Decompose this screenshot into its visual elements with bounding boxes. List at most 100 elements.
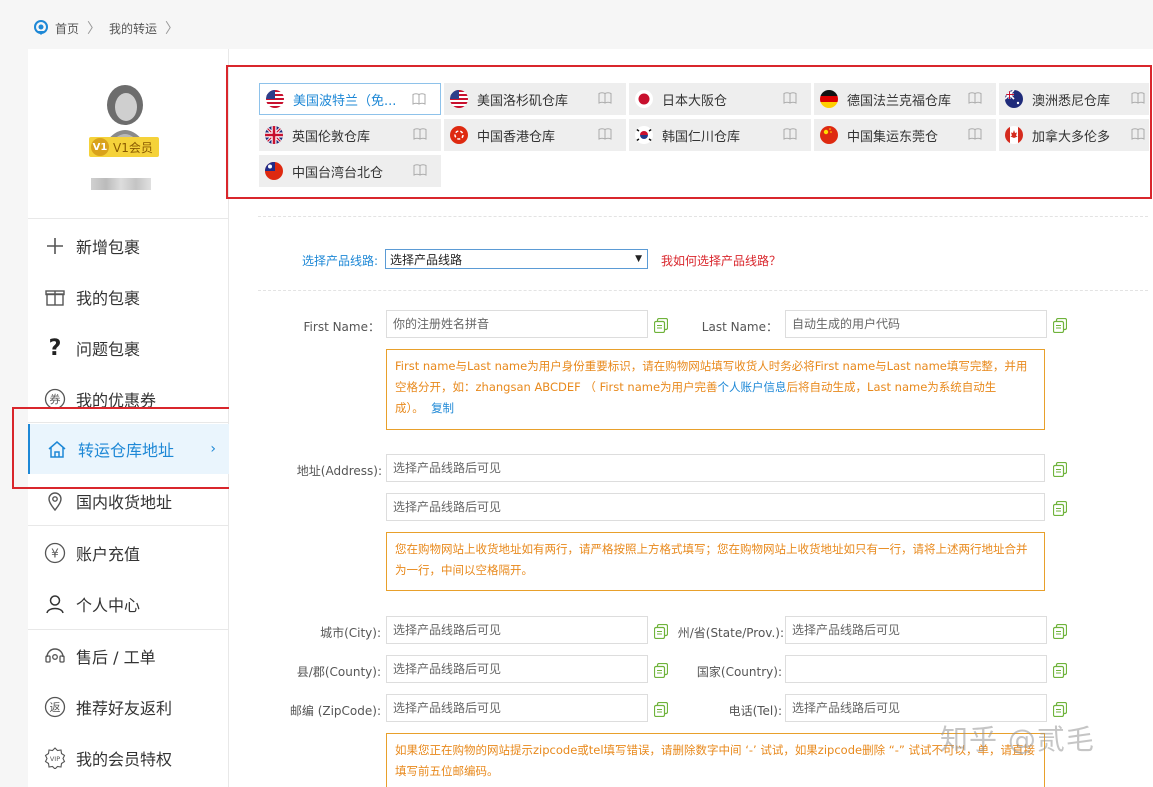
cn-flag-icon xyxy=(820,126,838,144)
user-profile: V1 V1会员 xyxy=(28,49,228,219)
watermark: 知乎 @贰毛 xyxy=(940,723,1095,756)
state-field[interactable] xyxy=(785,616,1047,644)
address-line1-field[interactable] xyxy=(386,454,1045,482)
avatar[interactable] xyxy=(93,79,157,143)
tab-warehouse-dongguan[interactable]: 中国集运东莞仓 xyxy=(814,119,996,151)
ca-flag-icon xyxy=(1005,126,1023,144)
gb-flag-icon xyxy=(265,126,283,144)
tab-warehouse-taipei[interactable]: 中国台湾台北仓 xyxy=(259,155,441,187)
tel-label: 电话(Tel): xyxy=(728,704,782,718)
rebate-icon: 返 xyxy=(44,696,66,718)
book-icon[interactable] xyxy=(598,92,612,104)
copy-icon[interactable] xyxy=(654,318,668,333)
sidebar-item-label: 我的会员特权 xyxy=(76,750,173,769)
book-icon[interactable] xyxy=(1131,128,1145,140)
copy-icon[interactable] xyxy=(1053,624,1067,639)
address-notice: 您在购物网站上收货地址如有两行，请严格按照上方格式填写；您在购物网站上收货地址如… xyxy=(386,532,1045,591)
last-name-field[interactable] xyxy=(785,310,1047,338)
tab-warehouse-los-angeles[interactable]: 美国洛杉矶仓库 xyxy=(444,83,626,115)
chevron-right-icon: 〉 xyxy=(87,21,102,37)
breadcrumb: 首页 〉 我的转运 〉 xyxy=(33,18,187,38)
sidebar-item-label: 推荐好友返利 xyxy=(76,699,173,718)
route-label: 选择产品线路: xyxy=(301,254,378,268)
tab-warehouse-frankfurt[interactable]: 德国法兰克福仓库 xyxy=(814,83,996,115)
book-icon[interactable] xyxy=(413,128,427,140)
city-field[interactable] xyxy=(386,616,648,644)
sidebar-item-label: 账户充值 xyxy=(76,545,141,564)
question-icon: ? xyxy=(48,335,62,361)
copy-icon[interactable] xyxy=(654,702,668,717)
breadcrumb-current[interactable]: 我的转运 xyxy=(109,20,157,37)
sidebar-item-referral[interactable]: 返 推荐好友返利 xyxy=(28,682,228,732)
book-icon[interactable] xyxy=(598,128,612,140)
zipcode-label: 邮编 (ZipCode): xyxy=(289,704,381,718)
divider xyxy=(258,290,1148,291)
first-name-label: First Name： xyxy=(303,320,380,334)
divider xyxy=(258,216,1148,217)
us-flag-icon xyxy=(450,90,468,108)
tab-warehouse-sydney[interactable]: 澳洲悉尼仓库 xyxy=(999,83,1149,115)
svg-text:券: 券 xyxy=(50,392,61,406)
divider xyxy=(28,525,228,526)
account-info-link[interactable]: 个人账户信息 xyxy=(718,380,787,394)
first-name-field[interactable] xyxy=(386,310,648,338)
tab-warehouse-toronto[interactable]: 加拿大多伦多 xyxy=(999,119,1149,151)
sidebar-item-after-sales[interactable]: 售后 / 工单 xyxy=(28,631,228,681)
sidebar-item-label: 国内收货地址 xyxy=(76,493,173,512)
breadcrumb-home[interactable]: 首页 xyxy=(55,20,79,37)
book-icon[interactable] xyxy=(412,93,426,105)
book-icon[interactable] xyxy=(413,164,427,176)
zipcode-field[interactable] xyxy=(386,694,648,722)
location-pin-icon xyxy=(44,490,66,512)
us-flag-icon xyxy=(266,90,284,108)
sidebar-item-problem-packages[interactable]: ? 问题包裹 xyxy=(28,323,228,373)
copy-icon[interactable] xyxy=(1053,318,1067,333)
last-name-label: Last Name： xyxy=(701,320,778,334)
copy-icon[interactable] xyxy=(1053,663,1067,678)
tw-flag-icon xyxy=(265,162,283,180)
svg-text:VIP: VIP xyxy=(50,755,60,763)
tab-warehouse-incheon[interactable]: 韩国仁川仓库 xyxy=(629,119,811,151)
gift-box-icon xyxy=(44,286,66,308)
jp-flag-icon xyxy=(635,90,653,108)
book-icon[interactable] xyxy=(783,128,797,140)
county-field[interactable] xyxy=(386,655,648,683)
location-pin-icon xyxy=(34,20,48,35)
tab-warehouse-london[interactable]: 英国伦敦仓库 xyxy=(259,119,441,151)
sidebar-item-vip-privileges[interactable]: VIP 我的会员特权 xyxy=(28,733,228,783)
tab-warehouse-portland[interactable]: 美国波特兰（免... xyxy=(259,83,441,115)
headset-icon xyxy=(44,645,66,667)
route-select[interactable]: 选择产品线路 ▼ xyxy=(385,249,648,269)
copy-link[interactable]: 复制 xyxy=(431,401,454,415)
copy-icon[interactable] xyxy=(1053,501,1067,516)
vip-badge: V1 V1会员 xyxy=(89,137,159,157)
country-label: 国家(Country): xyxy=(696,665,782,679)
country-field[interactable] xyxy=(785,655,1047,683)
copy-icon[interactable] xyxy=(1053,462,1067,477)
book-icon[interactable] xyxy=(783,92,797,104)
sidebar-item-recharge[interactable]: ¥ 账户充值 xyxy=(28,528,228,578)
book-icon[interactable] xyxy=(968,92,982,104)
divider xyxy=(28,629,228,630)
state-label: 州/省(State/Prov.): xyxy=(677,626,784,640)
route-help-link[interactable]: 我如何选择产品线路？ xyxy=(661,252,781,269)
plus-icon xyxy=(44,235,66,257)
copy-icon[interactable] xyxy=(654,663,668,678)
sidebar-item-profile[interactable]: 个人中心 xyxy=(28,579,228,629)
username-blurred xyxy=(91,178,151,190)
address-line2-field[interactable] xyxy=(386,493,1045,521)
dropdown-arrow-icon: ▼ xyxy=(635,254,642,264)
tab-warehouse-osaka[interactable]: 日本大阪仓 xyxy=(629,83,811,115)
book-icon[interactable] xyxy=(1131,92,1145,104)
copy-icon[interactable] xyxy=(654,624,668,639)
sidebar-item-add-package[interactable]: 新增包裹 xyxy=(28,221,228,271)
sidebar-item-label: 售后 / 工单 xyxy=(76,648,156,667)
au-flag-icon xyxy=(1005,90,1023,108)
sidebar-item-my-packages[interactable]: 我的包裹 xyxy=(28,272,228,322)
book-icon[interactable] xyxy=(968,128,982,140)
tab-warehouse-hongkong[interactable]: 中国香港仓库 xyxy=(444,119,626,151)
sidebar-item-label: 问题包裹 xyxy=(76,340,141,359)
copy-icon[interactable] xyxy=(1053,702,1067,717)
user-icon xyxy=(44,593,66,615)
de-flag-icon xyxy=(820,90,838,108)
